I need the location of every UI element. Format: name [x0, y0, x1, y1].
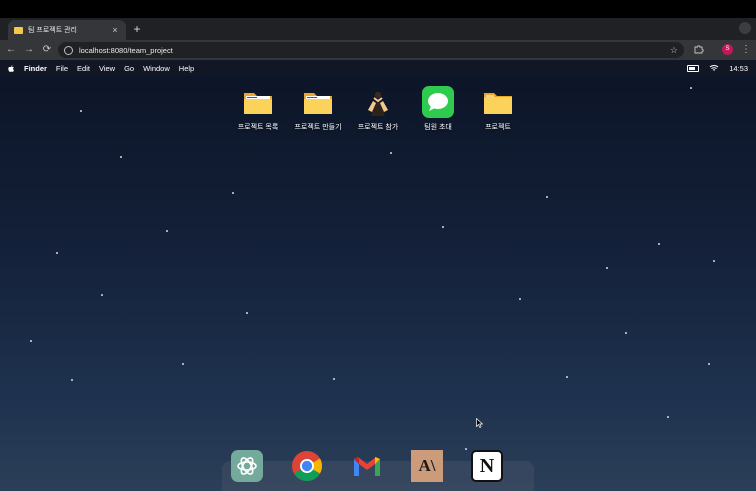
back-button[interactable]: ← — [4, 43, 18, 57]
forward-button[interactable]: → — [22, 43, 36, 57]
extensions-puzzle-icon[interactable] — [694, 44, 704, 54]
window-top-strip — [0, 0, 756, 18]
browser-tab-bar: 팀 프로젝트 관리 × + — [0, 18, 756, 40]
tab-search-icon[interactable] — [739, 22, 751, 34]
bookmark-star-icon[interactable]: ☆ — [670, 45, 678, 56]
desktop-icon-project[interactable]: 프로젝트 — [463, 86, 533, 132]
messages-icon — [422, 86, 454, 118]
chrome-icon[interactable] — [291, 450, 323, 482]
new-tab-button[interactable]: + — [130, 21, 144, 37]
menu-view[interactable]: View — [99, 64, 115, 73]
desktop: Finder File Edit View Go Window Help 14:… — [0, 60, 756, 491]
chatgpt-icon[interactable] — [231, 450, 263, 482]
desktop-icon-label: 팀원 초대 — [424, 124, 452, 131]
mac-menubar: Finder File Edit View Go Window Help 14:… — [0, 60, 756, 76]
menu-go[interactable]: Go — [124, 64, 134, 73]
browser-menu-icon[interactable]: ⋮ — [741, 43, 751, 57]
battery-icon[interactable] — [687, 64, 700, 72]
desktop-icon-label: 프로젝트 목록 — [237, 124, 279, 131]
desktop-icon-label: 프로젝트 — [485, 124, 511, 131]
wifi-icon[interactable] — [709, 64, 719, 72]
anthropic-icon[interactable]: A\ — [411, 450, 443, 482]
browser-tab-active[interactable]: 팀 프로젝트 관리 × — [8, 20, 126, 40]
menu-file[interactable]: File — [56, 64, 68, 73]
reload-button[interactable]: ⟳ — [40, 43, 54, 57]
folder-icon — [304, 93, 332, 114]
menu-edit[interactable]: Edit — [77, 64, 90, 73]
menubar-clock[interactable]: 14:53 — [729, 64, 748, 73]
desktop-icon-label: 프로젝트 참가 — [357, 124, 399, 131]
gmail-icon[interactable] — [351, 450, 383, 482]
profile-avatar[interactable]: S — [722, 44, 733, 55]
address-bar[interactable]: localhost:8080/team_project ☆ — [58, 42, 684, 58]
menu-finder[interactable]: Finder — [24, 64, 47, 73]
desktop-icon-label: 프로젝트 만들기 — [294, 124, 342, 131]
mouse-cursor-icon — [476, 418, 483, 428]
tab-title: 팀 프로젝트 관리 — [28, 27, 77, 34]
url-text[interactable]: localhost:8080/team_project — [79, 46, 670, 55]
folder-favicon-icon — [14, 26, 23, 34]
menu-window[interactable]: Window — [143, 64, 170, 73]
site-info-icon[interactable] — [64, 45, 73, 55]
apple-logo-icon[interactable] — [8, 64, 14, 72]
browser-toolbar: ← → ⟳ localhost:8080/team_project ☆ S ⋮ — [0, 40, 756, 60]
menu-help[interactable]: Help — [179, 64, 194, 73]
raised-hands-icon — [368, 91, 388, 116]
tab-close-button[interactable]: × — [110, 25, 120, 35]
notion-icon[interactable]: N — [471, 450, 503, 482]
folder-icon — [484, 93, 512, 114]
folder-icon — [244, 93, 272, 114]
